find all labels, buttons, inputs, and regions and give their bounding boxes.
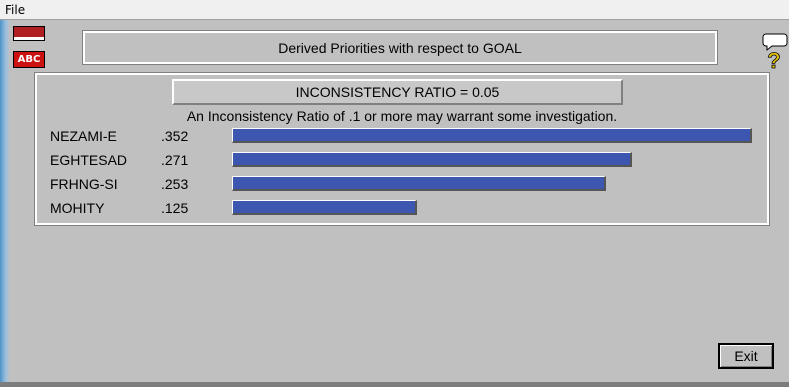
priority-bar — [232, 152, 632, 167]
priority-value: .125 — [161, 200, 189, 216]
priority-bar — [232, 128, 752, 143]
abc-icon[interactable]: ABC — [13, 51, 45, 68]
priority-value: .253 — [161, 176, 189, 192]
exit-button[interactable]: Exit — [718, 343, 774, 369]
bottom-window-edge — [0, 382, 789, 387]
priority-name: MOHITY — [50, 200, 105, 216]
priority-name: EGHTESAD — [50, 152, 128, 168]
priority-name: NEZAMI-E — [50, 128, 117, 144]
menu-bar: File — [0, 0, 789, 20]
page-title: Derived Priorities with respect to GOAL — [83, 31, 717, 64]
inconsistency-ratio-box: INCONSISTENCY RATIO = 0.05 — [172, 79, 623, 105]
priority-value: .352 — [161, 128, 189, 144]
help-icon[interactable]: ? — [758, 30, 788, 70]
priority-bar — [232, 200, 417, 215]
priority-bar — [232, 176, 606, 191]
inconsistency-ratio-text: INCONSISTENCY RATIO = 0.05 — [295, 84, 500, 100]
priority-name: FRHNG-SI — [50, 176, 118, 192]
svg-text:?: ? — [767, 48, 780, 70]
priority-value: .271 — [161, 152, 189, 168]
inconsistency-warning: An Inconsistency Ratio of .1 or more may… — [186, 108, 618, 124]
page-title-text: Derived Priorities with respect to GOAL — [278, 39, 522, 56]
exit-button-label: Exit — [734, 348, 758, 364]
book-icon[interactable] — [13, 26, 45, 41]
menu-file[interactable]: File — [5, 3, 25, 17]
left-window-edge — [0, 20, 10, 387]
